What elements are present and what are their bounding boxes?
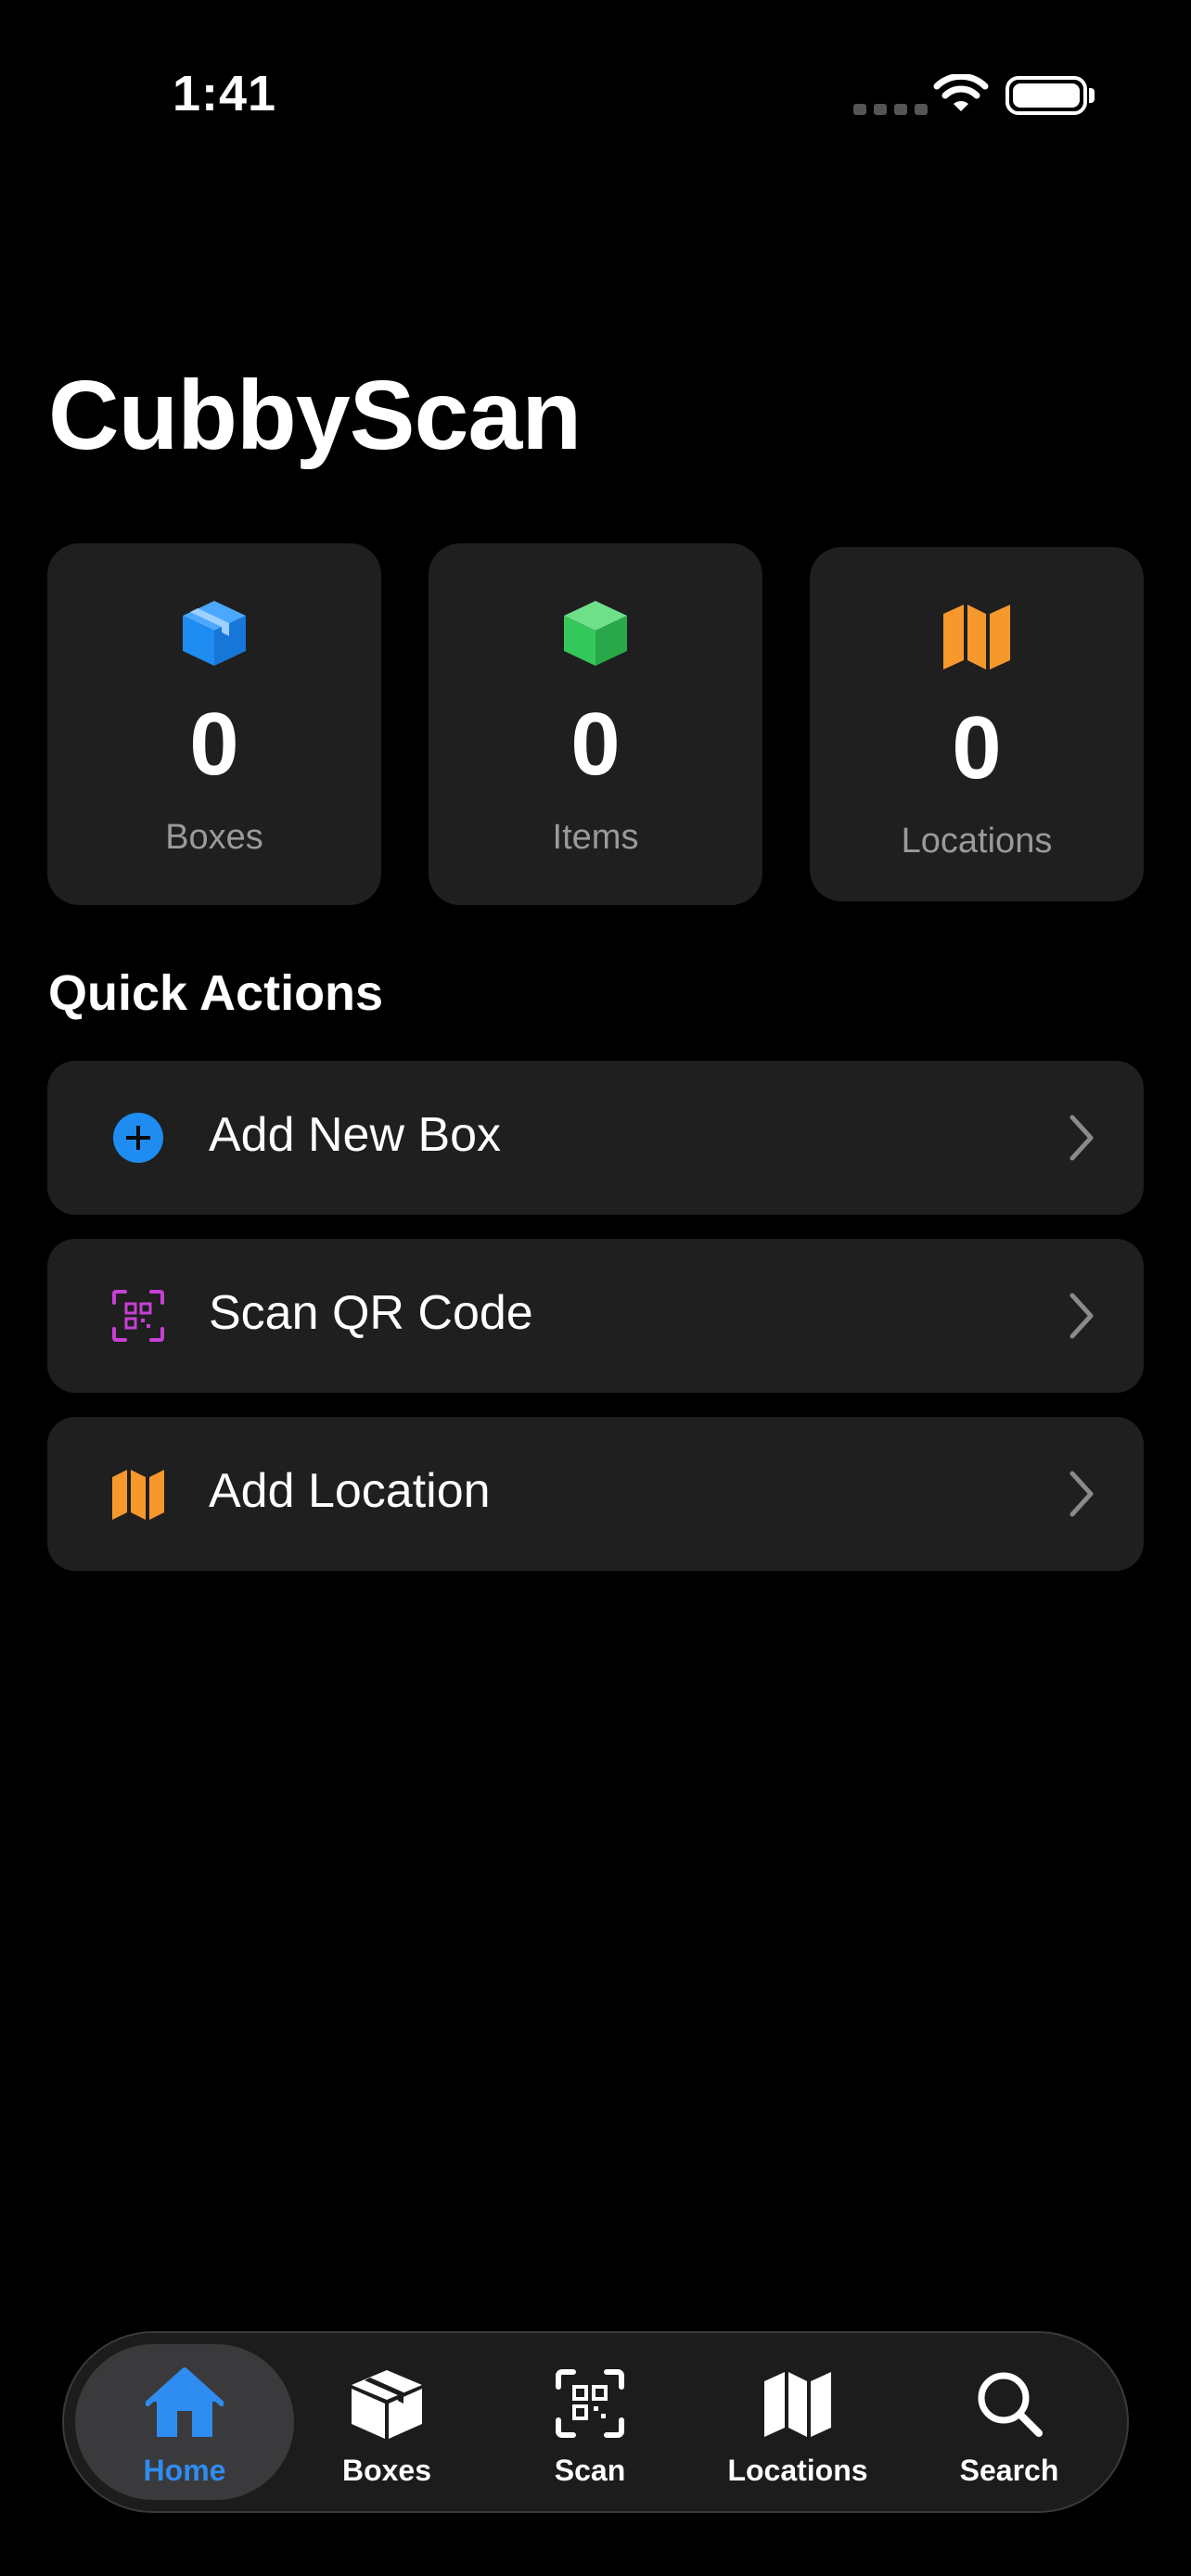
add-location-button[interactable]: Add Location [47,1417,1144,1571]
add-new-box-button[interactable]: Add New Box [47,1061,1144,1215]
stat-value-locations: 0 [952,698,1002,797]
stat-label-items: Items [552,818,639,857]
tab-search[interactable]: Search [903,2333,1116,2515]
tab-label: Scan [554,2454,626,2487]
tab-boxes[interactable]: Boxes [280,2333,493,2515]
qr-code-icon [112,1290,164,1342]
battery-tip [1089,88,1095,103]
tab-scan[interactable]: Scan [483,2333,697,2515]
tab-label: Boxes [341,2454,432,2487]
tab-bar: Home Boxes Scan Locations Search [62,2331,1129,2513]
scan-qr-code-button[interactable]: Scan QR Code [47,1239,1144,1393]
section-header-quick-actions: Quick Actions [48,965,384,1021]
tab-label: Search [959,2454,1059,2487]
chevron-right-icon [1069,1471,1094,1517]
status-bar: 1:41 [0,0,1191,185]
cellular-signal-icon [853,104,928,115]
box-icon [352,2370,422,2439]
tab-home[interactable]: Home [78,2333,291,2515]
map-icon [764,2372,831,2437]
search-icon [978,2372,1043,2437]
page-title: CubbyScan [48,361,582,470]
stat-value-items: 0 [570,695,621,794]
tab-label: Home [143,2454,226,2487]
stat-card-locations[interactable]: 0 Locations [810,547,1144,901]
stat-value-boxes: 0 [189,695,239,794]
battery-icon [1005,76,1087,115]
map-icon [112,1470,164,1520]
map-icon [943,605,1010,670]
tab-label: Locations [727,2454,868,2487]
house-icon [146,2367,224,2437]
action-label: Add New Box [209,1108,502,1162]
stat-card-items[interactable]: 0 Items [429,543,762,905]
action-label: Add Location [209,1464,491,1518]
chevron-right-icon [1069,1115,1094,1161]
stat-label-locations: Locations [901,822,1053,861]
stat-card-boxes[interactable]: 0 Boxes [47,543,381,905]
action-label: Scan QR Code [209,1286,533,1340]
cube-icon [564,601,627,666]
chevron-right-icon [1069,1293,1094,1339]
box-icon [183,601,246,666]
tab-locations[interactable]: Locations [691,2333,904,2515]
plus-circle-icon [113,1113,163,1163]
qr-scan-icon [556,2369,624,2438]
stat-label-boxes: Boxes [165,818,263,857]
status-time: 1:41 [173,66,277,121]
wifi-icon [933,74,989,111]
